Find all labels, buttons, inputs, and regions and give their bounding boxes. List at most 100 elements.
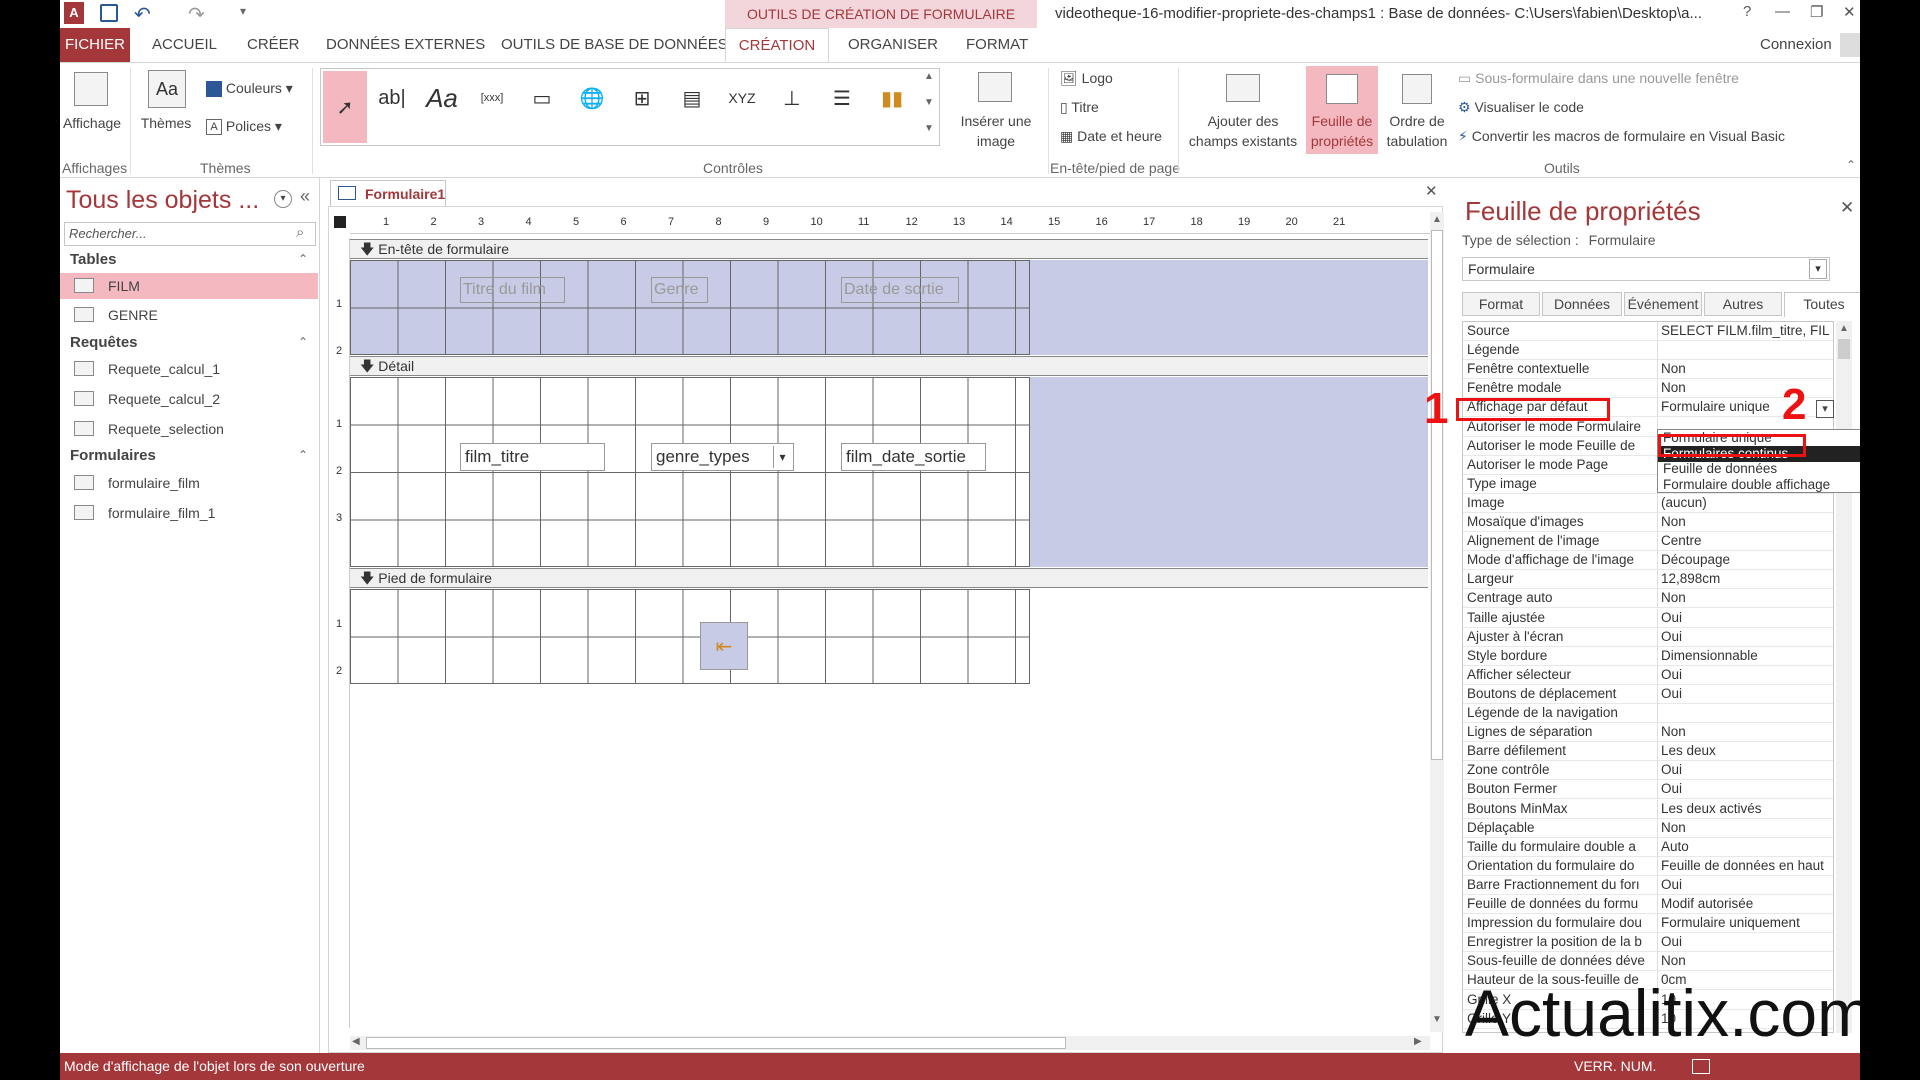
property-scrollbar[interactable]: ▲ — [1836, 321, 1852, 1033]
convertir-macros-button[interactable]: ⚡ Convertir les macros de formulaire en … — [1458, 128, 1785, 145]
property-row[interactable]: Légende — [1463, 341, 1833, 361]
exit-button-control[interactable]: ⇤ — [700, 622, 748, 670]
nav-item-requete-selection[interactable]: Requete_selection — [60, 416, 318, 442]
tab-creation[interactable]: CRÉATION — [725, 28, 829, 62]
property-value[interactable]: Feuille de données en haut — [1661, 858, 1829, 873]
nav-item-genre[interactable]: GENRE — [60, 302, 318, 328]
section-bar-entete[interactable]: 🡇 En-tête de formulaire — [350, 239, 1428, 259]
property-row[interactable]: Lignes de séparation Non — [1463, 723, 1833, 743]
nav-pane-collapse-icon[interactable]: « — [300, 186, 310, 207]
restore-icon[interactable]: ❐ — [1810, 3, 1823, 21]
nav-item-formulaire-film-1[interactable]: formulaire_film_1 — [60, 500, 318, 526]
gallery-scroll-up-icon[interactable]: ▲ — [924, 71, 934, 82]
textbox-control-icon[interactable]: ab| — [373, 79, 411, 117]
combobox-control-icon[interactable]: ☰ — [823, 79, 861, 117]
collapse-ribbon-icon[interactable]: ⌃ — [1846, 158, 1856, 172]
tab-creer[interactable]: CRÉER — [247, 28, 300, 62]
scroll-thumb[interactable] — [366, 1037, 1066, 1049]
property-value[interactable]: Oui — [1661, 610, 1829, 625]
close-doc-icon[interactable]: ✕ — [1425, 182, 1438, 200]
property-row[interactable]: Fenêtre contextuelle Non — [1463, 360, 1833, 380]
property-value[interactable]: Oui — [1661, 686, 1829, 701]
themes-button[interactable]: Aa Thèmes — [140, 68, 192, 152]
property-value[interactable]: Les deux — [1661, 743, 1829, 758]
property-value[interactable]: Formulaire uniquement — [1661, 915, 1829, 930]
tab-donnees-externes[interactable]: DONNÉES EXTERNES — [326, 28, 485, 62]
property-value[interactable]: (aucun) — [1661, 495, 1829, 510]
nav-item-requete-calcul-2[interactable]: Requete_calcul_2 — [60, 386, 318, 412]
vertical-scrollbar[interactable]: ▲ ▼ — [1430, 212, 1444, 1032]
date-heure-button[interactable]: ▦ Date et heure — [1060, 128, 1162, 145]
nav-section-tables[interactable]: Tables — [70, 251, 116, 268]
select-pointer-icon[interactable]: ➚ — [323, 71, 367, 143]
tab-outils-bdd[interactable]: OUTILS DE BASE DE DONNÉES — [501, 28, 728, 62]
dropdown-option[interactable]: Formulaire double affichage — [1658, 477, 1860, 493]
nav-pane-menu-icon[interactable]: ▾ — [274, 190, 292, 208]
property-value[interactable]: Non — [1661, 820, 1829, 835]
help-icon[interactable]: ? — [1743, 3, 1751, 20]
combobox-dropdown-icon[interactable]: ▾ — [773, 446, 791, 468]
property-value[interactable]: Centre — [1661, 533, 1829, 548]
property-value[interactable]: Non — [1661, 361, 1829, 376]
couleurs-button[interactable]: Couleurs ▾ — [206, 80, 293, 98]
ordre-tabulation-button[interactable]: Ordre de tabulation — [1380, 68, 1454, 158]
tab-control-icon[interactable]: ▭ — [523, 79, 561, 117]
detail-combobox-genre-types[interactable]: genre_types ▾ — [651, 443, 794, 471]
navigation-control-icon[interactable]: ▤ — [673, 79, 711, 117]
redo-icon[interactable]: ↷ — [188, 2, 205, 27]
property-row[interactable]: Mode d'affichage de l'image Découpage — [1463, 551, 1833, 571]
minimize-icon[interactable]: — — [1775, 3, 1790, 20]
nav-pane-title[interactable]: Tous les objets ... — [66, 186, 259, 215]
section-bar-detail[interactable]: 🡇 Détail — [350, 356, 1428, 376]
header-label-date[interactable]: Date de sortie — [841, 277, 959, 303]
nav-section-formulaires[interactable]: Formulaires — [70, 447, 156, 464]
section-bar-pied[interactable]: 🡇 Pied de formulaire — [350, 568, 1428, 588]
header-label-genre[interactable]: Genre — [651, 277, 708, 303]
property-row[interactable]: Légende de la navigation — [1463, 704, 1833, 723]
polices-button[interactable]: A Polices ▾ — [206, 118, 282, 136]
property-row[interactable]: Déplaçable Non — [1463, 818, 1833, 838]
property-value[interactable]: Oui — [1661, 629, 1829, 644]
user-avatar-icon[interactable] — [1840, 33, 1860, 57]
property-value[interactable]: Dimensionnable — [1661, 648, 1829, 663]
property-value[interactable]: Oui — [1661, 667, 1829, 682]
property-value[interactable]: Oui — [1661, 762, 1829, 777]
property-row[interactable]: Image (aucun) — [1463, 493, 1833, 513]
default-view-dropdown-button[interactable]: ▾ — [1816, 400, 1834, 418]
close-property-sheet-icon[interactable]: ✕ — [1840, 198, 1854, 218]
sign-in-link[interactable]: Connexion — [1760, 28, 1832, 62]
property-value[interactable]: Découpage — [1661, 552, 1829, 567]
scroll-thumb[interactable] — [1431, 230, 1443, 760]
design-view-icon[interactable] — [1692, 1059, 1710, 1074]
app-icon[interactable]: A — [64, 2, 84, 24]
button-control-icon[interactable]: [xxx] — [473, 79, 511, 117]
property-row[interactable]: Taille du formulaire double a Auto — [1463, 837, 1833, 857]
search-icon[interactable]: ⌕ — [296, 224, 304, 241]
property-row[interactable]: Zone contrôle Oui — [1463, 761, 1833, 781]
property-row[interactable]: Style bordure Dimensionnable — [1463, 646, 1833, 666]
horizontal-scrollbar[interactable]: ◀ ▶ — [350, 1036, 1430, 1050]
property-row[interactable]: Barre Fractionnement du forı Oui — [1463, 875, 1833, 895]
nav-item-formulaire-film[interactable]: formulaire_film — [60, 470, 318, 496]
logo-button[interactable]: 🖼 Logo — [1060, 70, 1113, 87]
property-value[interactable]: Non — [1661, 953, 1829, 968]
dropdown-option[interactable]: Feuille de données — [1658, 461, 1860, 477]
gallery-scroll-down-icon[interactable]: ▼ — [924, 97, 934, 108]
nav-item-film[interactable]: FILM — [60, 273, 318, 299]
property-row[interactable]: Boutons de déplacement Oui — [1463, 684, 1833, 704]
property-value[interactable]: Auto — [1661, 839, 1829, 854]
scroll-up-icon[interactable]: ▲ — [1839, 323, 1849, 334]
property-row[interactable]: Enregistrer la position de la b Oui — [1463, 933, 1833, 953]
nav-search-input[interactable]: Rechercher... — [64, 222, 316, 246]
gallery-more-icon[interactable]: ▼ — [924, 123, 934, 134]
undo-icon[interactable]: ↶ — [134, 2, 151, 27]
tab-accueil[interactable]: ACCUEIL — [152, 28, 217, 62]
property-row[interactable]: Barre défilement Les deux — [1463, 742, 1833, 762]
property-value[interactable]: Oui — [1661, 877, 1829, 892]
save-icon[interactable] — [100, 4, 118, 22]
option-group-icon[interactable]: XYZ — [723, 79, 761, 117]
collapse-section-icon[interactable]: ⌃ — [298, 335, 308, 349]
detail-field-film-titre[interactable]: film_titre — [460, 443, 605, 471]
property-value[interactable]: Non — [1661, 514, 1829, 529]
scroll-left-icon[interactable]: ◀ — [352, 1036, 360, 1047]
